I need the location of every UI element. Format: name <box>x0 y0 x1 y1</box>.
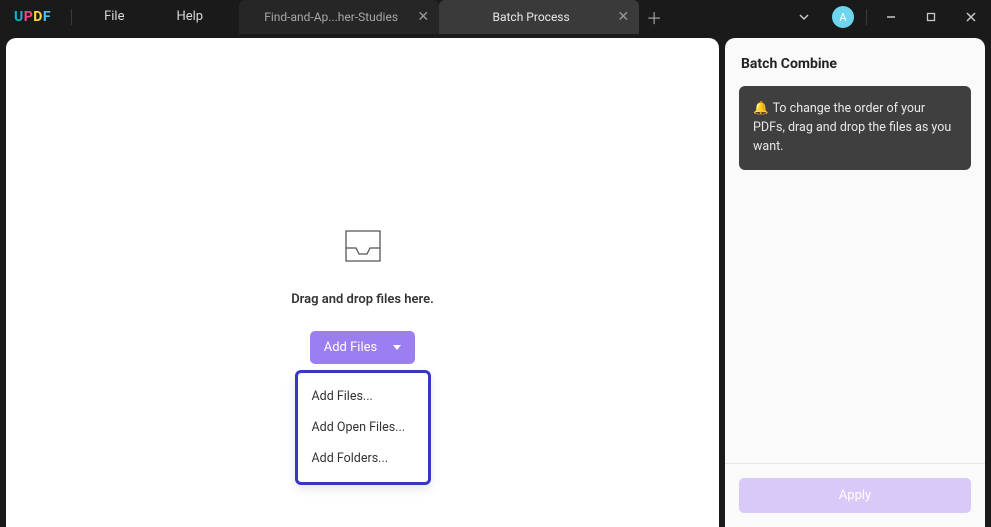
tab-batch-process[interactable]: Batch Process ✕ <box>439 0 639 34</box>
dropdown-add-folders[interactable]: Add Folders... <box>298 443 428 474</box>
add-tab-button[interactable]: ＋ <box>639 5 669 29</box>
content-area: Drag and drop files here. Add Files Add … <box>0 34 991 527</box>
tab-label: Batch Process <box>493 10 570 24</box>
apply-button[interactable]: Apply <box>739 478 971 513</box>
titlebar-right: A <box>784 0 991 34</box>
close-icon[interactable]: ✕ <box>417 9 429 25</box>
maximize-button[interactable] <box>911 0 951 34</box>
dropdown-add-files[interactable]: Add Files... <box>298 381 428 412</box>
tip-text: To change the order of your PDFs, drag a… <box>753 101 951 154</box>
dropzone[interactable]: Drag and drop files here. Add Files Add … <box>291 228 434 485</box>
tip-box: 🔔To change the order of your PDFs, drag … <box>739 86 971 170</box>
dropzone-text: Drag and drop files here. <box>291 292 434 307</box>
main-panel: Drag and drop files here. Add Files Add … <box>6 38 719 527</box>
menubar: File Help <box>78 0 229 34</box>
menu-help[interactable]: Help <box>150 0 229 34</box>
add-files-label: Add Files <box>324 340 377 355</box>
side-panel: Batch Combine 🔔To change the order of yo… <box>725 38 985 527</box>
avatar[interactable]: A <box>832 6 854 28</box>
tab-label: Find-and-Ap...her-Studies <box>264 10 398 24</box>
titlebar: UPDF File Help Find-and-Ap...her-Studies… <box>0 0 991 34</box>
bell-icon: 🔔 <box>753 101 769 116</box>
apply-bar: Apply <box>725 463 985 527</box>
add-files-dropdown: Add Files... Add Open Files... Add Folde… <box>295 370 431 485</box>
close-button[interactable] <box>951 0 991 34</box>
add-files-button[interactable]: Add Files <box>310 331 415 364</box>
logo-letter-u: U <box>14 9 24 25</box>
divider <box>866 9 867 25</box>
close-icon[interactable]: ✕ <box>617 9 629 25</box>
inbox-icon <box>343 228 383 264</box>
logo-letter-p: P <box>24 9 34 25</box>
tabs: Find-and-Ap...her-Studies ✕ Batch Proces… <box>239 0 669 34</box>
logo-letter-f: F <box>43 9 51 25</box>
caret-down-icon <box>393 345 401 350</box>
avatar-initial: A <box>839 11 846 24</box>
divider <box>71 9 72 25</box>
logo-letter-d: D <box>33 9 43 25</box>
dropdown-add-open-files[interactable]: Add Open Files... <box>298 412 428 443</box>
tab-document[interactable]: Find-and-Ap...her-Studies ✕ <box>239 0 439 34</box>
menu-file[interactable]: File <box>78 0 150 34</box>
side-panel-title: Batch Combine <box>725 38 985 86</box>
chevron-down-icon[interactable] <box>784 0 824 34</box>
minimize-button[interactable] <box>871 0 911 34</box>
app-logo: UPDF <box>0 9 65 25</box>
